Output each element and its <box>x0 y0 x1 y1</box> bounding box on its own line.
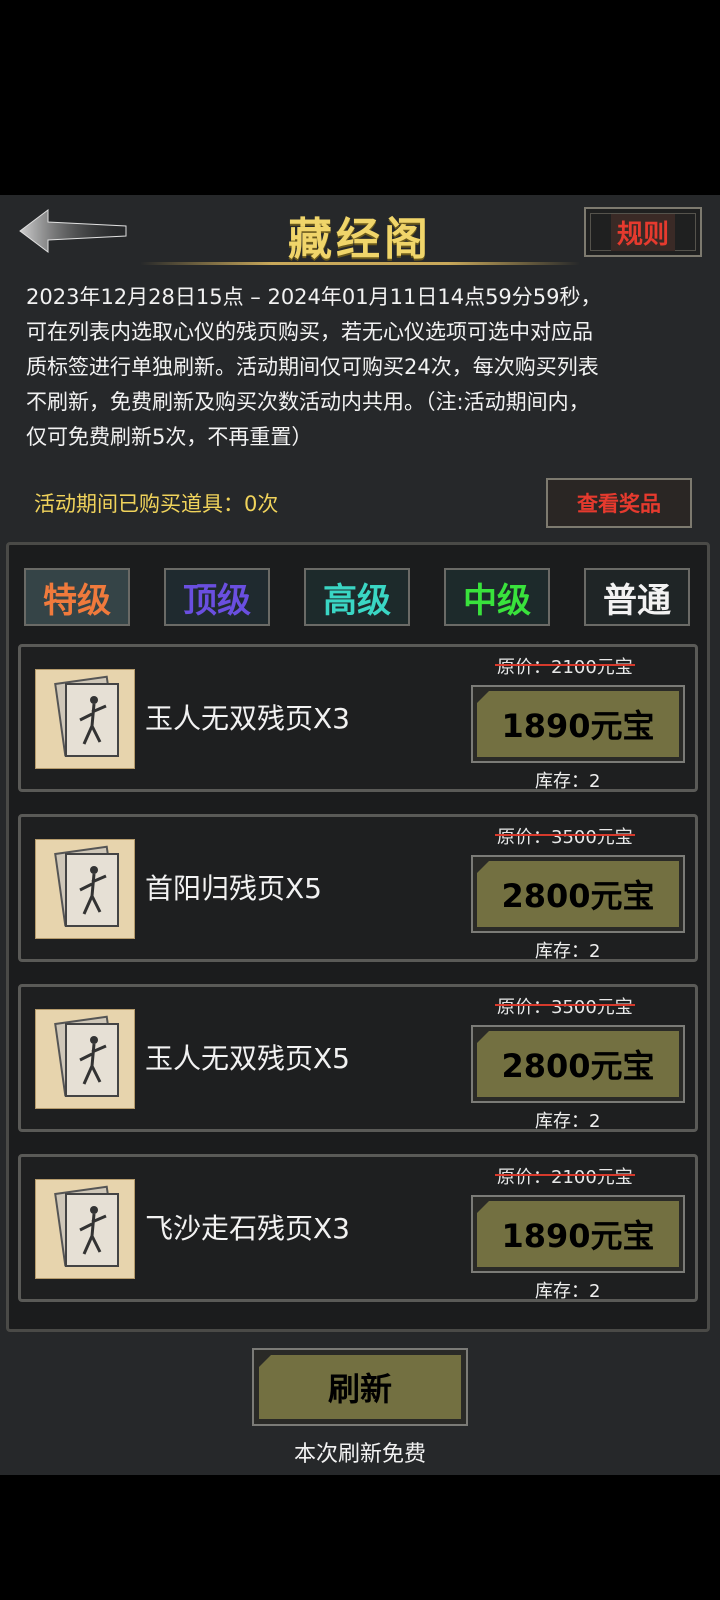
tab-normal[interactable]: 普通 <box>584 568 690 626</box>
item-name: 飞沙走石残页X3 <box>145 1212 350 1245</box>
tab-label: 特级 <box>43 580 111 621</box>
quality-tabs: 特级 顶级 高级 中级 普通 <box>24 568 690 628</box>
stock-text: 库存：2 <box>535 941 601 962</box>
tab-label: 中级 <box>463 580 531 621</box>
title-divider <box>140 262 580 265</box>
shop-item-card: 玉人无双残页X5 原价：3500元宝 2800元宝 库存：2 <box>18 984 698 1132</box>
refresh-label: 刷新 <box>259 1355 461 1419</box>
original-price: 原价：3500元宝 <box>495 827 635 848</box>
original-price: 原价：2100元宝 <box>495 1167 635 1188</box>
stock-text: 库存：2 <box>535 1281 601 1302</box>
tab-top[interactable]: 顶级 <box>164 568 270 626</box>
scroll-page-icon <box>35 1179 135 1279</box>
buy-button[interactable]: 2800元宝 <box>471 855 685 933</box>
refresh-button[interactable]: 刷新 <box>252 1348 468 1426</box>
item-name: 玉人无双残页X3 <box>145 702 350 735</box>
purchase-count-text: 活动期间已购买道具：0次 <box>34 492 279 516</box>
tab-mid[interactable]: 中级 <box>444 568 550 626</box>
tab-label: 高级 <box>323 580 391 621</box>
description-line: 质标签进行单独刷新。活动期间仅可购买24次，每次购买列表 <box>26 355 599 379</box>
view-prizes-label: 查看奖品 <box>577 492 661 516</box>
original-price: 原价：2100元宝 <box>495 657 635 678</box>
shop-item-card: 首阳归残页X5 原价：3500元宝 2800元宝 库存：2 <box>18 814 698 962</box>
description-line: 仅可免费刷新5次，不再重置） <box>26 425 313 449</box>
item-name: 首阳归残页X5 <box>145 872 322 905</box>
rules-label: 规则 <box>610 213 675 251</box>
tab-label: 普通 <box>603 580 671 621</box>
description-line: 2023年12月28日15点 – 2024年01月11日14点59分59秒， <box>26 285 602 309</box>
price-label: 2800元宝 <box>477 1031 679 1097</box>
stock-text: 库存：2 <box>535 771 601 792</box>
buy-button[interactable]: 2800元宝 <box>471 1025 685 1103</box>
price-label: 1890元宝 <box>477 1201 679 1267</box>
price-label: 1890元宝 <box>477 691 679 757</box>
scroll-page-icon <box>35 669 135 769</box>
description-line: 不刷新，免费刷新及购买次数活动内共用。（注:活动期间内， <box>26 390 590 414</box>
event-description: 2023年12月28日15点 – 2024年01月11日14点59分59秒， 可… <box>26 280 698 455</box>
description-line: 可在列表内选取心仪的残页购买，若无心仪选项可选中对应品 <box>26 320 593 344</box>
shop-item-card: 玉人无双残页X3 原价：2100元宝 1890元宝 库存：2 <box>18 644 698 792</box>
view-prizes-button[interactable]: 查看奖品 <box>546 478 692 528</box>
price-label: 2800元宝 <box>477 861 679 927</box>
item-name: 玉人无双残页X5 <box>145 1042 350 1075</box>
buy-button[interactable]: 1890元宝 <box>471 685 685 763</box>
tab-high[interactable]: 高级 <box>304 568 410 626</box>
rules-button[interactable]: 规则 <box>584 207 702 257</box>
scroll-page-icon <box>35 1009 135 1109</box>
tab-special[interactable]: 特级 <box>24 568 130 626</box>
tab-label: 顶级 <box>183 580 251 621</box>
original-price: 原价：3500元宝 <box>495 997 635 1018</box>
refresh-note: 本次刷新免费 <box>293 1442 426 1467</box>
scroll-page-icon <box>35 839 135 939</box>
buy-button[interactable]: 1890元宝 <box>471 1195 685 1273</box>
stock-text: 库存：2 <box>535 1111 601 1132</box>
shop-item-card: 飞沙走石残页X3 原价：2100元宝 1890元宝 库存：2 <box>18 1154 698 1302</box>
